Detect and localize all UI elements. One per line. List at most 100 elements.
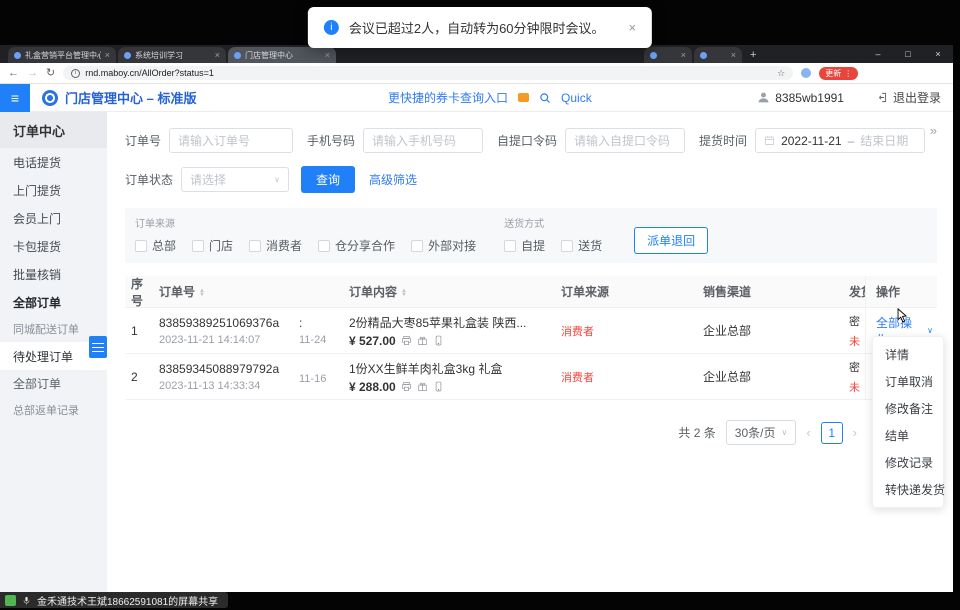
browser-profile-avatar[interactable] [801, 68, 811, 78]
sidebar-expand-button[interactable] [89, 336, 107, 358]
forward-icon[interactable]: → [27, 68, 38, 79]
browser-tab[interactable]: 礼盒营销平台管理中心 × [8, 47, 116, 63]
cell-order-no: 83859389251069376a 2023-11-21 14:14:07 [155, 316, 295, 346]
menu-item-detail[interactable]: 详情 [873, 341, 943, 368]
table-row[interactable]: 2 83859345088979792a 2023-11-13 14:33:34… [125, 354, 937, 400]
table-row[interactable]: 1 83859389251069376a 2023-11-21 14:14:07… [125, 308, 937, 354]
window-close-button[interactable]: × [923, 49, 953, 59]
coupon-query-link[interactable]: 更快捷的券卡查询入口 [388, 89, 508, 106]
tab-close-icon[interactable]: × [215, 51, 220, 60]
checkbox-source-store[interactable]: 门店 [192, 237, 233, 254]
chevron-down-icon: ∨ [274, 175, 280, 184]
address-bar[interactable]: i rnd.maboy.cn/AllOrder?status=1 ☆ [63, 66, 793, 80]
phone-icon[interactable] [433, 381, 444, 392]
browser-tab[interactable]: 系统培训学习 × [118, 47, 226, 63]
phone-input[interactable] [363, 128, 483, 153]
sidebar-item-batch-writeoff[interactable]: 批量核销 [0, 260, 107, 288]
order-source-panel: 订单来源 总部 门店 消费者 仓分享合作 外部对接 送货方式 自提 [125, 208, 937, 263]
username[interactable]: 8385wb1991 [775, 91, 844, 105]
delivery-method-group: 送货方式 自提 送货 [504, 215, 602, 254]
date-end-placeholder[interactable]: 结束日期 [860, 132, 908, 149]
menu-item-edit-remark[interactable]: 修改备注 [873, 395, 943, 422]
header-order-no[interactable]: 订单号▲▼ [155, 283, 295, 300]
checkbox-icon[interactable] [318, 240, 330, 252]
checkbox-icon[interactable] [411, 240, 423, 252]
menu-item-close-order[interactable]: 结单 [873, 422, 943, 449]
order-price: ¥ 288.00 [349, 380, 396, 394]
checkbox-icon[interactable] [249, 240, 261, 252]
logout-button[interactable]: 退出登录 [878, 89, 941, 106]
date-range-picker[interactable]: 2022-11-21 – 结束日期 [755, 128, 925, 153]
cell-order-content: 2份精品大枣85苹果礼盒装 陕西... ¥ 527.00 [345, 314, 557, 348]
pickup-code-input[interactable] [565, 128, 685, 153]
header-ship-status: 发货 [845, 283, 865, 300]
checkbox-icon[interactable] [192, 240, 204, 252]
print-icon[interactable] [401, 381, 412, 392]
cell-order-source: 消费者 [557, 323, 699, 339]
more-menu-icon: ⋮ [844, 69, 852, 78]
sidebar-item-phone-pickup[interactable]: 电话提货 [0, 148, 107, 176]
new-tab-button[interactable]: + [750, 49, 756, 61]
browser-tab[interactable]: × [694, 47, 742, 63]
menu-item-edit-history[interactable]: 修改记录 [873, 449, 943, 476]
checkbox-source-warehouse-share[interactable]: 仓分享合作 [318, 237, 395, 254]
advanced-filter-link[interactable]: 高级筛选 [369, 171, 417, 188]
gift-icon[interactable] [417, 381, 428, 392]
maximize-button[interactable]: □ [893, 49, 923, 59]
back-icon[interactable]: ← [8, 68, 19, 79]
checkbox-source-external[interactable]: 外部对接 [411, 237, 476, 254]
sidebar-item-hq-returns[interactable]: 总部返单记录 [0, 397, 107, 423]
tab-close-icon[interactable]: × [731, 51, 736, 60]
checkbox-delivery[interactable]: 送货 [561, 237, 602, 254]
quick-search-link[interactable]: Quick [561, 91, 592, 105]
checkbox-source-consumer[interactable]: 消费者 [249, 237, 302, 254]
dispatch-return-button[interactable]: 派单退回 [634, 227, 708, 254]
bookmark-star-icon[interactable]: ☆ [777, 68, 785, 79]
phone-icon[interactable] [433, 335, 444, 346]
pickup-code-label: 自提口令码 [497, 132, 557, 149]
checkbox-source-hq[interactable]: 总部 [135, 237, 176, 254]
checkbox-icon[interactable] [135, 240, 147, 252]
prev-page-button[interactable]: ‹ [806, 425, 810, 440]
phone-label: 手机号码 [307, 132, 355, 149]
ticket-icon [518, 93, 529, 102]
tab-close-icon[interactable]: × [105, 51, 110, 60]
collapse-panel-icon[interactable]: » [930, 123, 937, 138]
site-info-icon[interactable]: i [71, 69, 80, 78]
menu-item-express-ship[interactable]: 转快递发货 [873, 476, 943, 503]
page-number-current[interactable]: 1 [821, 422, 843, 444]
sort-icons[interactable]: ▲▼ [401, 289, 407, 297]
next-page-button[interactable]: › [853, 425, 857, 440]
tab-favicon-icon [234, 52, 241, 59]
browser-tab[interactable]: × [644, 47, 692, 63]
print-icon[interactable] [401, 335, 412, 346]
sidebar-item-member-door[interactable]: 会员上门 [0, 204, 107, 232]
header-order-content[interactable]: 订单内容▲▼ [345, 283, 557, 300]
checkbox-icon[interactable] [504, 240, 516, 252]
tab-close-icon[interactable]: × [325, 51, 330, 60]
sidebar-hamburger-button[interactable]: ≡ [0, 84, 30, 112]
header-actions: 操作 [865, 276, 937, 307]
sidebar-item-all-orders[interactable]: 全部订单 [0, 370, 107, 397]
sidebar-item-card-pickup[interactable]: 卡包提货 [0, 232, 107, 260]
order-status-select[interactable]: 请选择 ∨ [181, 167, 289, 192]
page-size-select[interactable]: 30条/页 ∨ [726, 420, 797, 445]
url-text: rnd.maboy.cn/AllOrder?status=1 [85, 68, 214, 78]
sidebar-section-all-orders[interactable]: 全部订单 [0, 288, 107, 316]
toast-close-icon[interactable]: × [629, 20, 637, 35]
checkbox-icon[interactable] [561, 240, 573, 252]
browser-tab-active[interactable]: 门店管理中心 × [228, 47, 336, 63]
gift-icon[interactable] [417, 335, 428, 346]
checkbox-self-pickup[interactable]: 自提 [504, 237, 545, 254]
search-button[interactable]: 查询 [301, 166, 355, 193]
tab-close-icon[interactable]: × [681, 51, 686, 60]
reload-icon[interactable]: ↻ [46, 68, 55, 79]
minimize-button[interactable]: – [863, 49, 893, 59]
menu-item-cancel-order[interactable]: 订单取消 [873, 368, 943, 395]
date-start-value[interactable]: 2022-11-21 [781, 134, 842, 148]
sidebar-item-door-pickup[interactable]: 上门提货 [0, 176, 107, 204]
user-icon [757, 91, 770, 104]
sort-icons[interactable]: ▲▼ [199, 289, 205, 297]
browser-update-button[interactable]: 更新 ⋮ [819, 67, 858, 80]
order-no-input[interactable] [169, 128, 293, 153]
